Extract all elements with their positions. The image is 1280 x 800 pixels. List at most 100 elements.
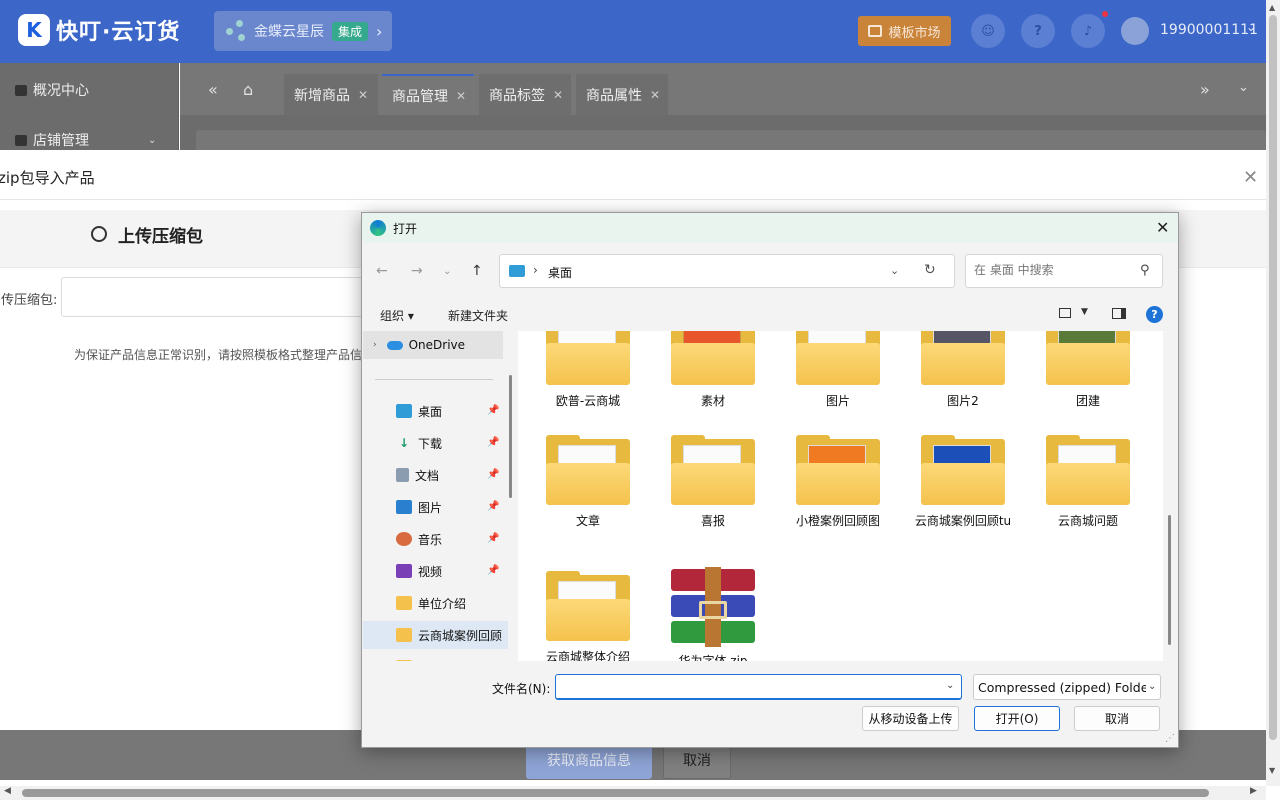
nav-pane-scrollbar[interactable] <box>509 375 512 498</box>
nav-item-folder-partial[interactable] <box>363 653 503 661</box>
nav-item-onedrive[interactable]: › OneDrive <box>363 331 503 359</box>
user-name[interactable]: 19900001111 <box>1160 22 1258 38</box>
nav-item-documents[interactable]: 文档 📌 <box>363 461 503 489</box>
sidebar-item-overview[interactable]: 概况中心 <box>15 80 89 100</box>
scrollbar-thumb[interactable] <box>22 789 1209 797</box>
nav-item-desktop[interactable]: 桌面 📌 <box>363 397 503 425</box>
notification-bell-icon[interactable]: ♪ <box>1071 14 1105 48</box>
nav-item-folder-selected[interactable]: 云商城案例回顾 <box>363 621 508 649</box>
nav-item-label: 单位介绍 <box>418 596 467 611</box>
file-item[interactable]: 喜报 <box>658 435 768 530</box>
dialog-titlebar[interactable]: 打开 ✕ <box>362 213 1178 243</box>
nav-item-folder[interactable]: 单位介绍 <box>363 589 503 617</box>
tab-product-management[interactable]: 商品管理 ✕ <box>382 74 474 115</box>
tab-add-product[interactable]: 新增商品 ✕ <box>284 74 378 115</box>
close-icon[interactable]: ✕ <box>650 88 660 102</box>
scroll-down-icon[interactable]: ▼ <box>1269 766 1275 775</box>
refresh-icon[interactable]: ↻ <box>924 262 936 278</box>
chevron-down-icon[interactable]: ▼ <box>1081 307 1088 317</box>
sidebar-item-store[interactable]: 店铺管理 <box>15 130 89 150</box>
nav-item-videos[interactable]: 视频 📌 <box>363 557 503 585</box>
address-bar[interactable]: › 桌面 ⌄ ↻ <box>499 254 955 288</box>
chevron-down-icon[interactable]: ⌄ <box>1146 681 1157 692</box>
breadcrumb[interactable]: 桌面 <box>548 264 572 281</box>
upload-from-mobile-button[interactable]: 从移动设备上传 <box>862 706 959 731</box>
scroll-left-icon[interactable]: ◀ <box>4 786 11 796</box>
template-icon <box>868 25 883 37</box>
file-item[interactable]: 云商城问题 <box>1033 435 1143 530</box>
nav-item-pictures[interactable]: 图片 📌 <box>363 493 503 521</box>
kingdee-integration-button[interactable]: 金蝶云星辰 集成 › <box>214 11 392 51</box>
upload-zip-field[interactable] <box>61 277 366 317</box>
scroll-right-icon[interactable]: ▶ <box>1250 786 1257 796</box>
open-button[interactable]: 打开(O) <box>974 706 1060 731</box>
integration-badge: 集成 <box>332 21 369 41</box>
file-item[interactable]: 素材 <box>658 331 768 410</box>
home-icon[interactable]: ⌂ <box>243 80 253 99</box>
scroll-up-icon[interactable]: ▲ <box>1269 3 1275 12</box>
file-item[interactable]: 图片2 <box>908 331 1018 410</box>
organize-menu[interactable]: 组织 ▾ <box>380 307 414 324</box>
up-arrow-icon[interactable]: ↑ <box>471 263 483 279</box>
file-item[interactable]: 云商城整体介绍 <box>533 571 643 661</box>
double-chevron-right-icon[interactable]: » <box>1200 80 1210 99</box>
file-name: 图片2 <box>947 394 979 408</box>
close-icon[interactable]: ✕ <box>1156 218 1169 237</box>
chevron-down-icon[interactable]: ⌄ <box>890 264 899 277</box>
template-market-button[interactable]: 模板市场 <box>858 16 951 46</box>
forward-arrow-icon[interactable]: → <box>411 263 423 279</box>
file-item[interactable]: 云商城案例回顾tu <box>908 435 1018 530</box>
close-icon[interactable]: ✕ <box>1243 167 1258 188</box>
chevron-right-icon[interactable]: › <box>373 340 377 350</box>
search-box[interactable]: ⚲ <box>965 254 1163 288</box>
double-chevron-left-icon[interactable]: « <box>208 80 218 99</box>
new-folder-button[interactable]: 新建文件夹 <box>448 307 508 324</box>
kingdee-name: 金蝶云星辰 <box>254 24 324 40</box>
tab-product-tags[interactable]: 商品标签 ✕ <box>479 74 571 115</box>
resize-grip-icon[interactable]: ⋰ <box>1165 733 1175 744</box>
edge-browser-icon <box>370 220 386 236</box>
file-item[interactable]: 图片 <box>783 331 893 410</box>
file-name: 云商城案例回顾tu <box>914 514 1012 528</box>
filetype-select[interactable]: Compressed (zipped) Folder ⌄ <box>973 674 1161 700</box>
file-item[interactable]: 华为字体.zip <box>658 567 768 661</box>
file-item[interactable]: 小橙案例回顾图 <box>783 435 893 530</box>
content-card <box>196 130 1266 150</box>
avatar[interactable] <box>1121 17 1149 45</box>
help-icon[interactable]: ? <box>1021 14 1055 48</box>
customer-service-icon[interactable]: ☺ <box>971 14 1005 48</box>
filename-input[interactable]: ⌄ <box>555 674 962 700</box>
chevron-down-icon[interactable]: ⌄ <box>148 135 156 146</box>
back-arrow-icon[interactable]: ← <box>376 263 388 279</box>
recent-locations-chevron-icon[interactable]: ⌄ <box>443 266 451 277</box>
view-mode-icon[interactable] <box>1059 308 1071 318</box>
file-list-scrollbar[interactable] <box>1168 515 1171 645</box>
close-icon[interactable]: ✕ <box>553 88 563 102</box>
file-item[interactable]: 欧普-云商城 <box>533 331 643 410</box>
file-item[interactable]: 文章 <box>533 435 643 530</box>
file-item[interactable]: 团建 <box>1033 331 1143 410</box>
app-logo[interactable]: K 快叮·云订货 <box>18 14 180 46</box>
search-input[interactable] <box>974 263 1134 277</box>
folder-icon <box>1046 435 1130 505</box>
scrollbar-thumb[interactable] <box>1269 15 1277 740</box>
pin-icon: 📌 <box>487 501 500 512</box>
nav-item-label: 云商城案例回顾 <box>418 628 503 643</box>
chevron-down-icon[interactable]: ⌄ <box>1246 20 1256 34</box>
logo-text: 快叮·云订货 <box>56 20 181 45</box>
organize-label: 组织 <box>380 309 405 323</box>
sidebar: 概况中心 店铺管理 ⌄ <box>0 63 179 150</box>
nav-item-music[interactable]: 音乐 📌 <box>363 525 503 553</box>
page-vertical-scrollbar[interactable]: ▲ ▼ <box>1266 0 1280 786</box>
close-icon[interactable]: ✕ <box>358 88 368 102</box>
desktop-icon <box>396 404 412 418</box>
page-horizontal-scrollbar[interactable]: ◀ ▶ <box>0 786 1266 800</box>
close-icon[interactable]: ✕ <box>456 89 466 103</box>
chevron-down-icon[interactable]: ⌄ <box>1238 80 1249 95</box>
tab-product-attributes[interactable]: 商品属性 ✕ <box>576 74 668 115</box>
preview-pane-icon[interactable] <box>1112 308 1126 319</box>
chevron-down-icon[interactable]: ⌄ <box>946 680 954 691</box>
nav-item-downloads[interactable]: ↓ 下载 📌 <box>363 429 503 457</box>
help-icon[interactable]: ? <box>1146 306 1163 323</box>
cancel-button[interactable]: 取消 <box>1074 706 1160 731</box>
